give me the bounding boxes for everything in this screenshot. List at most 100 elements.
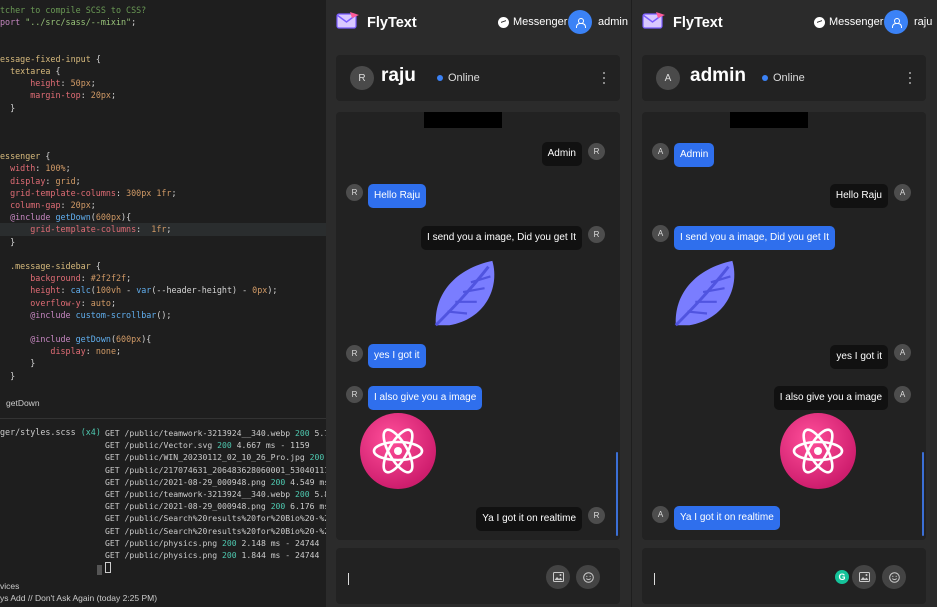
message-input-bar	[336, 548, 620, 604]
online-status: Online	[762, 72, 805, 84]
editor-hint: getDown	[6, 398, 40, 408]
online-label: Online	[448, 72, 480, 84]
code-line: essage-fixed-input {	[0, 53, 101, 64]
chat-header: R raju Online	[336, 55, 620, 101]
messenger-icon	[498, 16, 509, 28]
code-line: }	[0, 236, 16, 247]
grammarly-icon[interactable]: G	[835, 570, 849, 584]
terminal-line: GET /public/Vector.svg 200 4.667 ms - 11…	[105, 440, 310, 451]
message-input[interactable]	[344, 558, 544, 594]
emoji-button[interactable]	[576, 565, 600, 589]
brand[interactable]: FlyText	[336, 11, 417, 34]
terminal-line: GET /public/217074631_206483628060001_53…	[105, 464, 326, 475]
code-line: @include getDown(600px){	[0, 212, 132, 223]
message-avatar: A	[652, 225, 669, 242]
message-bubble: Hello Raju	[368, 184, 427, 208]
chat-header: A admin Online	[642, 55, 926, 101]
code-line: }	[0, 370, 16, 381]
message-avatar: R	[346, 184, 363, 201]
notification-line-1: vices	[0, 581, 20, 591]
terminal-line: GET /public/Search%20results%20for%20Bio…	[105, 513, 326, 524]
terminal-line: GET /public/2021-08-29_000948.png 200 6.…	[105, 501, 326, 512]
text-caret	[348, 573, 349, 585]
feather-image[interactable]	[428, 255, 506, 333]
terminal-line: GET /public/teamwork-3213924__340.webp 2…	[105, 488, 326, 499]
image-upload-button[interactable]	[852, 565, 876, 589]
messenger-label: Messenger	[513, 16, 568, 28]
message-list[interactable]: A Admin A Hello Raju A I send you a image, Di…	[642, 112, 926, 540]
image-icon	[858, 572, 870, 582]
terminal-line: GET /public/physics.png 200 1.844 ms - 2…	[105, 549, 320, 560]
message-bubble: I send you a image, Did you get It	[674, 226, 835, 250]
message-avatar: A	[652, 143, 669, 160]
notification-line-2[interactable]: ys Add // Don't Ask Again (today 2:25 PM…	[0, 592, 326, 604]
terminal-file: ger/styles.scss	[0, 427, 76, 437]
code-line: margin-top: 20px;	[0, 90, 116, 101]
terminal[interactable]: ger/styles.scss (x4) GET /public/teamwor…	[0, 418, 326, 578]
user-menu[interactable]: admin	[568, 10, 628, 34]
redacted-bar	[730, 112, 808, 128]
user-menu[interactable]: raju	[884, 10, 932, 34]
online-label: Online	[773, 72, 805, 84]
message-bubble: Admin	[674, 143, 715, 167]
code-area[interactable]: tcher to compile SCSS to CSS? port "../sr…	[0, 4, 326, 382]
terminal-line: GET /public/2021-08-29_000948.png 200 4.…	[105, 476, 326, 487]
message-scrollbar[interactable]	[922, 452, 924, 536]
message-input[interactable]	[650, 558, 850, 594]
messenger-link[interactable]: Messenger	[814, 16, 883, 28]
message-avatar: A	[652, 506, 669, 523]
online-dot-icon	[762, 75, 768, 81]
code-line: }	[0, 102, 16, 113]
terminal-line: GET /public/teamwork-3213924__340.webp 2…	[105, 428, 326, 438]
messenger-link[interactable]: Messenger	[498, 16, 567, 28]
app-header: FlyText Messenger raju	[632, 0, 937, 46]
brand[interactable]: FlyText	[642, 11, 723, 34]
terminal-line: GET /public/Search%20results%20for%20Bio…	[105, 525, 326, 536]
chat-app-raju: FlyText Messenger raju A admin Online AA…	[632, 0, 937, 607]
smiley-icon	[888, 571, 900, 583]
code-line: essenger {	[0, 151, 51, 162]
more-options-icon[interactable]	[603, 72, 606, 84]
more-options-icon[interactable]	[909, 72, 912, 84]
terminal-scroll-marker	[97, 565, 102, 575]
message-bubble: Ya I got it on realtime	[476, 507, 582, 531]
code-line: tcher to compile SCSS to CSS?	[0, 5, 147, 15]
message-bubble: Hello Raju	[829, 184, 888, 208]
message-avatar: A	[894, 344, 911, 361]
message-avatar: R	[588, 507, 605, 524]
message-bubble: I also give you a image	[773, 386, 888, 410]
contact-avatar: R	[350, 66, 374, 90]
message-avatar: A	[894, 184, 911, 201]
code-editor: tcher to compile SCSS to CSS? port "../sr…	[0, 0, 326, 607]
atom-image[interactable]	[360, 413, 436, 489]
message-bubble: yes I got it	[368, 344, 426, 368]
code-line: port "../src/sass/--mixin";	[0, 17, 137, 28]
message-scrollbar[interactable]	[616, 452, 618, 536]
message-list[interactable]: R Admin R Hello Raju R I send you a image, Di…	[336, 112, 620, 540]
message-avatar: A	[894, 386, 911, 403]
contact-name: raju	[381, 65, 416, 86]
person-icon	[576, 17, 586, 28]
message-input-bar: G	[642, 548, 926, 604]
user-name: admin	[598, 16, 628, 28]
contact-avatar: A	[656, 66, 680, 90]
chat-app-admin: FlyText Messenger admin R raju Online R A…	[326, 0, 631, 607]
message-avatar: R	[346, 345, 363, 362]
code-line: @include custom-scrollbar();	[0, 309, 172, 320]
code-line: .message-sidebar {	[0, 260, 101, 271]
emoji-button[interactable]	[882, 565, 906, 589]
message-bubble: Admin	[541, 142, 582, 166]
image-upload-button[interactable]	[546, 565, 570, 589]
code-line: @include getDown(600px){	[0, 334, 152, 345]
feather-image[interactable]	[668, 255, 746, 333]
atom-image[interactable]	[780, 413, 856, 489]
code-line: width: 100%;	[0, 163, 71, 174]
message-avatar: R	[588, 226, 605, 243]
online-dot-icon	[437, 75, 443, 81]
text-caret	[654, 573, 655, 585]
